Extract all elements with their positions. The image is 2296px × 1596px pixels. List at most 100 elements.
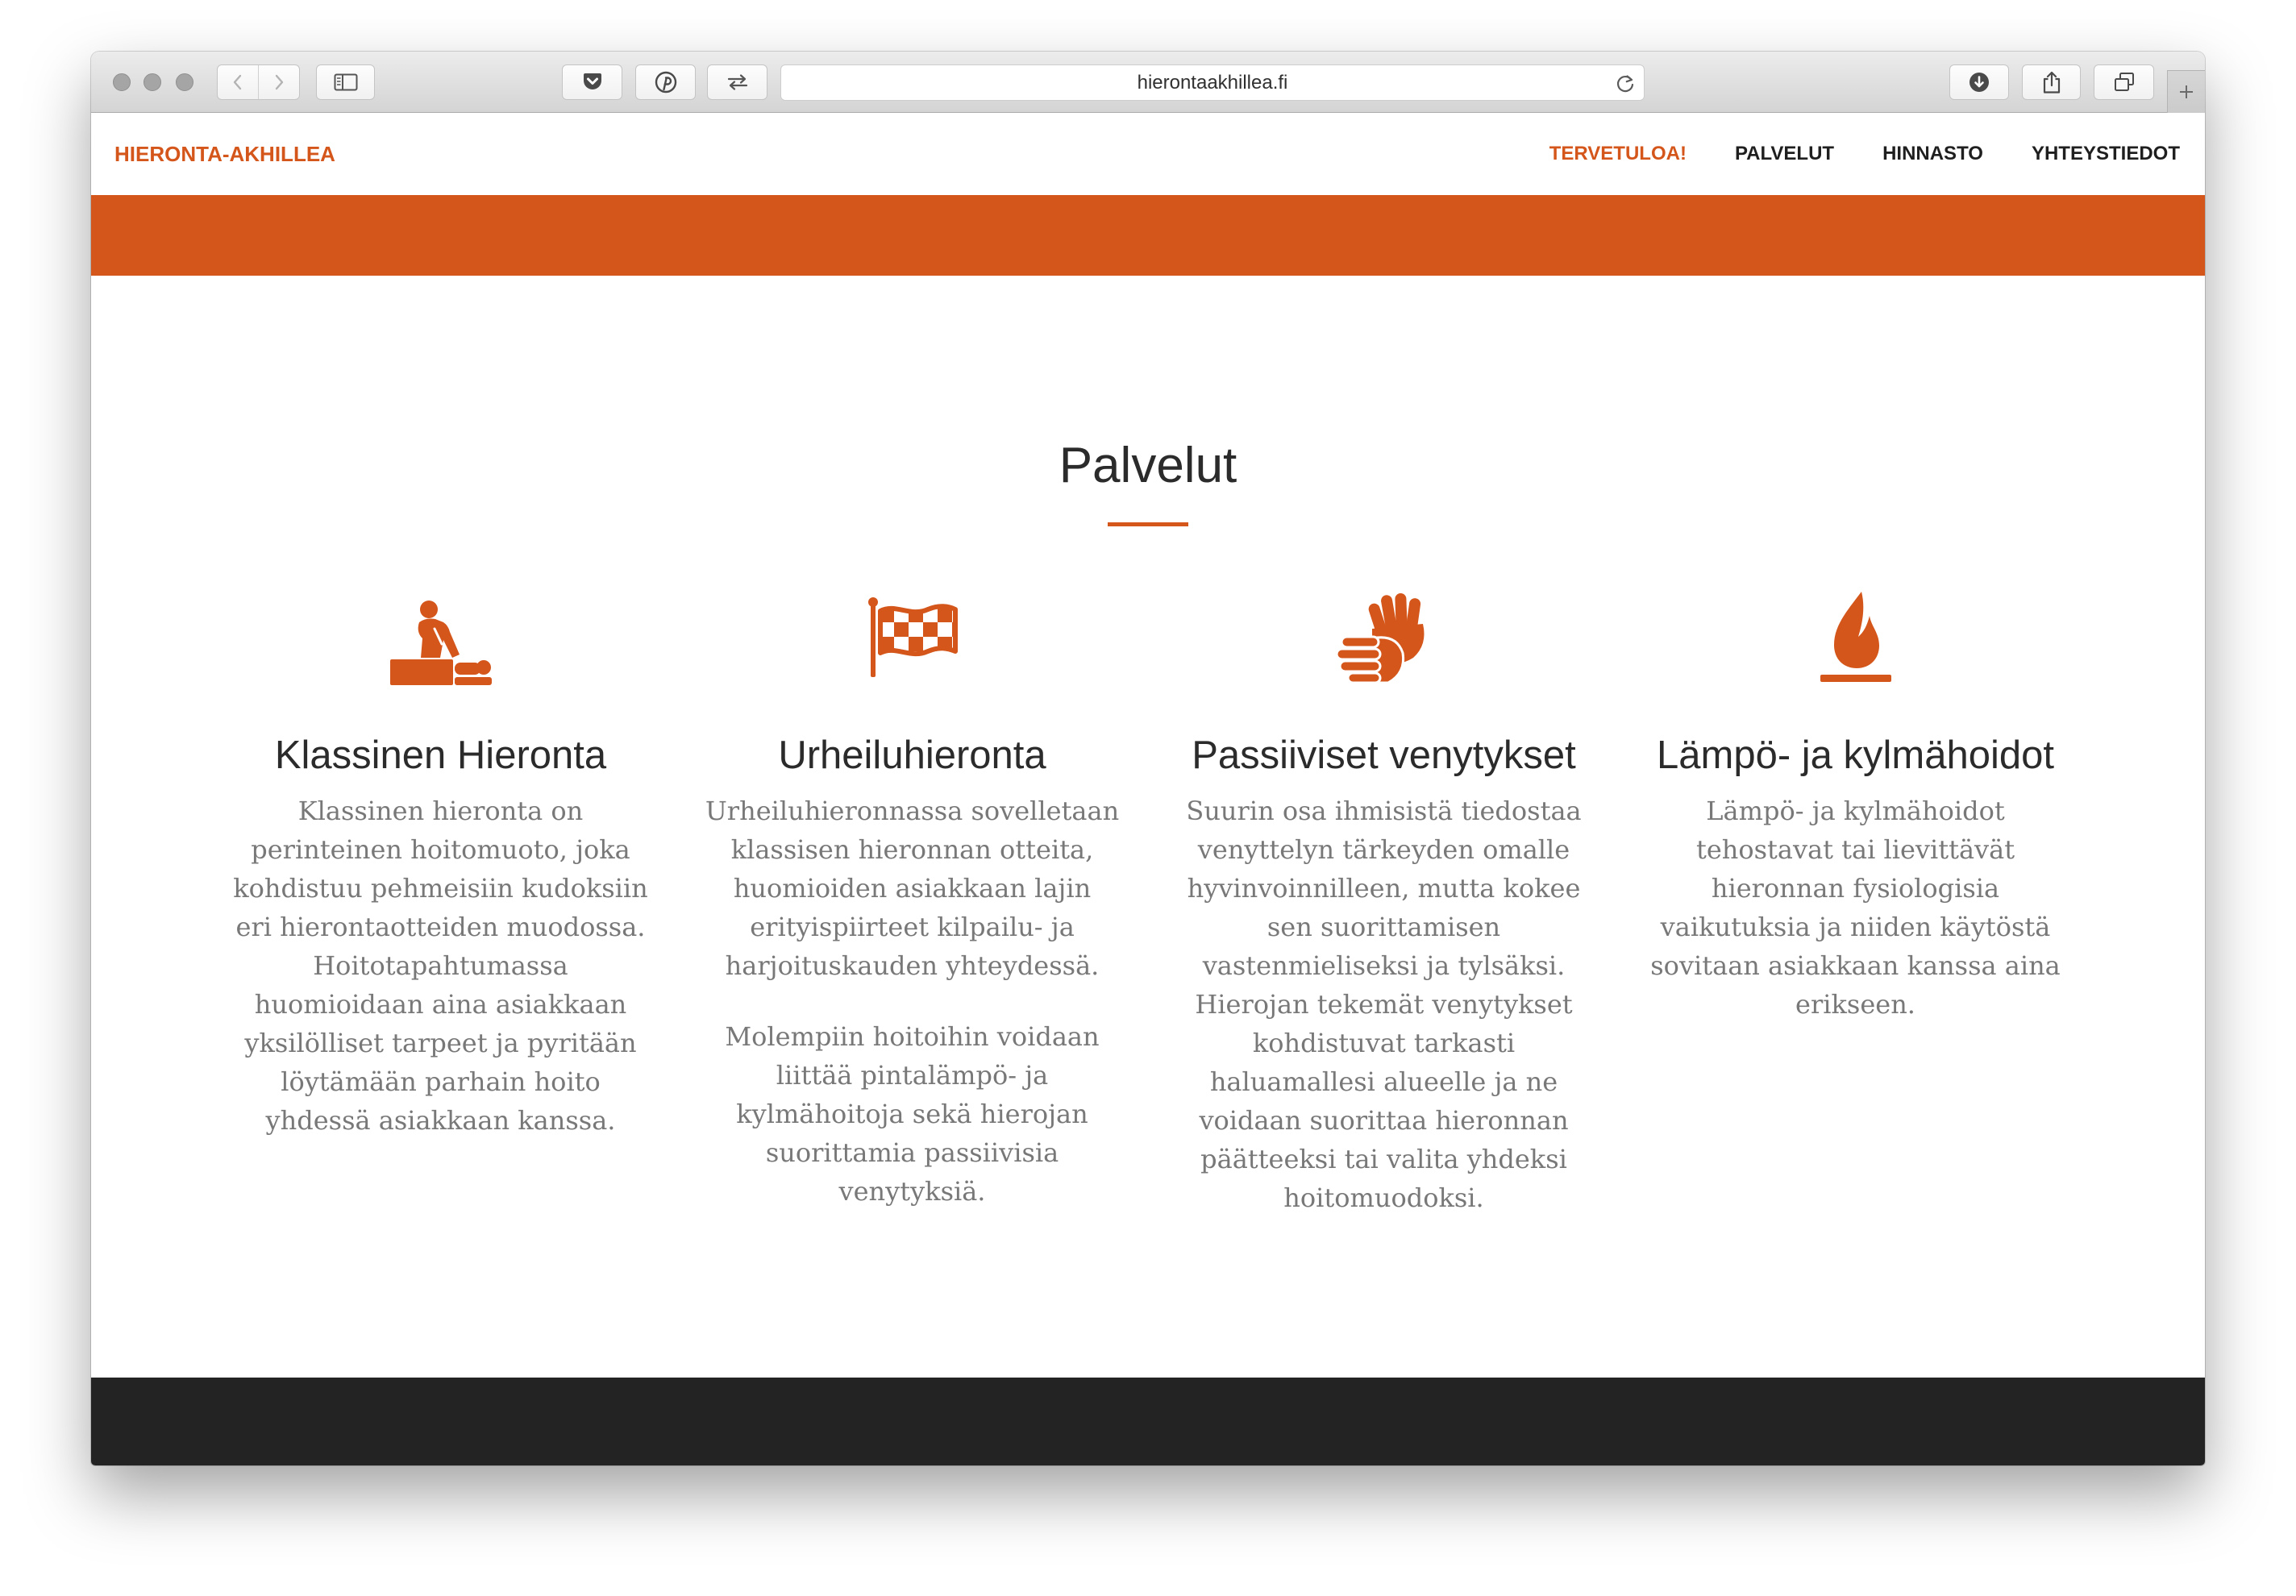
text-line: hieronnan fysiologisia xyxy=(1711,873,2000,904)
title-underline xyxy=(1108,522,1188,526)
text-line: Hoitotapahtumassa xyxy=(313,950,568,981)
download-icon xyxy=(1969,73,1989,92)
new-tab-button[interactable] xyxy=(2167,70,2205,113)
massage-icon xyxy=(389,601,492,685)
service-icon-wrap xyxy=(1620,588,2091,688)
text-line: yhdessä asiakkaan kanssa. xyxy=(265,1105,616,1136)
text-line: kohdistuvat tarkasti xyxy=(1252,1028,1516,1058)
text-line: vastenmieliseksi ja tylsäksi. xyxy=(1202,950,1566,981)
pocket-button[interactable] xyxy=(562,64,622,100)
back-button[interactable] xyxy=(218,65,258,99)
service-description: Molempiin hoitoihin voidaan liittää pint… xyxy=(676,1017,1148,1211)
tabs-icon xyxy=(2114,73,2134,91)
browser-window: hierontaakhillea.fi HIERONTA-AKHILLEA TE… xyxy=(91,52,2205,1465)
service-card: Passiiviset venytykset Suurin osa ihmisi… xyxy=(1148,588,1620,1217)
tabs-overview-button[interactable] xyxy=(2094,64,2154,100)
pinterest-icon xyxy=(655,71,676,94)
plus-icon xyxy=(2180,85,2193,98)
swap-button[interactable] xyxy=(707,64,767,100)
text-line: suorittamia passiivisia xyxy=(765,1137,1059,1168)
text-line: Klassinen hieronta on xyxy=(297,796,584,826)
site-logo[interactable]: HIERONTA-AKHILLEA xyxy=(114,113,335,195)
text-line: Molempiin hoitoihin voidaan xyxy=(725,1021,1100,1052)
text-line: päätteeksi tai valita yhdeksi xyxy=(1200,1144,1567,1174)
service-card: Lämpö- ja kylmähoidot Lämpö- ja kylmähoi… xyxy=(1620,588,2091,1217)
address-url[interactable]: hierontaakhillea.fi xyxy=(781,65,1644,100)
pinterest-button[interactable] xyxy=(635,64,696,100)
services-section: Palvelut Klassinen Hieronta Klassinen hi… xyxy=(91,276,2205,1378)
text-line: yksilölliset tarpeet ja pyritään xyxy=(244,1028,637,1058)
text-line: vaikutuksia ja niiden käytöstä xyxy=(1660,912,2051,942)
downloads-button[interactable] xyxy=(1949,64,2009,100)
text-line: voidaan suorittaa hieronnan xyxy=(1199,1105,1569,1136)
nav-item-tervetuloa[interactable]: TERVETULOA! xyxy=(1549,143,1687,165)
text-line: liittää pintalämpö- ja xyxy=(776,1060,1049,1091)
text-line: harjoituskauden yhteydessä. xyxy=(725,950,1100,981)
text-line: erityispiirteet kilpailu- ja xyxy=(750,912,1075,942)
text-line: kylmähoitoja sekä hierojan xyxy=(736,1099,1088,1129)
text-line: eri hierontaotteiden muodossa. xyxy=(235,912,646,942)
nav-item-palvelut[interactable]: PALVELUT xyxy=(1735,143,1834,165)
share-icon xyxy=(2043,71,2060,94)
swap-arrows-icon xyxy=(727,74,747,90)
address-bar[interactable]: hierontaakhillea.fi xyxy=(780,64,1645,101)
site-footer xyxy=(91,1378,2205,1465)
service-description: Klassinen hieronta on perinteinen hoitom… xyxy=(205,792,676,1140)
text-line: sen suorittamisen xyxy=(1267,912,1501,942)
service-icon-wrap xyxy=(205,588,676,688)
reload-button[interactable] xyxy=(1615,72,1636,94)
text-line: hoitomuodoksi. xyxy=(1283,1182,1484,1213)
main-nav: TERVETULOA! PALVELUT HINNASTO YHTEYSTIED… xyxy=(1549,113,2180,195)
forward-button[interactable] xyxy=(258,65,299,99)
zoom-window-button[interactable] xyxy=(176,73,193,91)
service-icon-wrap xyxy=(1148,588,1620,688)
services-grid: Klassinen Hieronta Klassinen hieronta on… xyxy=(205,588,2091,1217)
text-line: Suurin osa ihmisistä tiedostaa xyxy=(1186,796,1582,826)
text-line: kohdistuu pehmeisiin kudoksiin xyxy=(233,873,648,904)
service-icon-wrap xyxy=(676,588,1148,688)
pocket-icon xyxy=(583,73,601,89)
service-description: Lämpö- ja kylmähoidot tehostavat tai lie… xyxy=(1620,792,2091,1024)
service-card: Klassinen Hieronta Klassinen hieronta on… xyxy=(205,588,676,1217)
service-title: Urheiluhieronta xyxy=(778,734,1046,777)
forward-icon xyxy=(275,74,284,90)
text-line: Lämpö- ja kylmähoidot xyxy=(1706,796,2005,826)
browser-toolbar: hierontaakhillea.fi xyxy=(91,52,2205,113)
service-card: Urheiluhieronta Urheiluhieronnassa sovel… xyxy=(676,588,1148,1217)
text-line: huomioidaan aina asiakkaan xyxy=(254,989,627,1020)
text-line: löytämään parhain hoito xyxy=(281,1066,601,1097)
nav-item-hinnasto[interactable]: HINNASTO xyxy=(1882,143,1983,165)
text-line: Urheiluhieronnassa sovelletaan xyxy=(705,796,1120,826)
minimize-window-button[interactable] xyxy=(144,73,161,91)
sidebar-button[interactable] xyxy=(316,64,375,100)
section-title: Palvelut xyxy=(1059,438,1237,493)
history-buttons xyxy=(217,64,300,100)
text-line: huomioiden asiakkaan lajin xyxy=(733,873,1092,904)
text-line: Hierojan tekemät venytykset xyxy=(1195,989,1573,1020)
close-window-button[interactable] xyxy=(113,73,131,91)
service-title: Passiiviset venytykset xyxy=(1192,734,1576,777)
checkered-flag-icon xyxy=(867,597,958,677)
site-header: HIERONTA-AKHILLEA TERVETULOA! PALVELUT H… xyxy=(91,113,2205,195)
text-line: erikseen. xyxy=(1795,989,1915,1020)
text-line: hyvinvoinnilleen, mutta kokee xyxy=(1187,873,1581,904)
text-line: haluamallesi alueelle ja ne xyxy=(1209,1066,1558,1097)
text-line: venytyksiä. xyxy=(838,1176,986,1207)
flame-icon xyxy=(1820,592,1891,682)
reload-icon xyxy=(1617,75,1634,93)
hands-icon xyxy=(1335,593,1424,684)
text-line: tehostavat tai lievittävät xyxy=(1695,834,2015,865)
back-icon xyxy=(233,74,242,90)
service-description: Suurin osa ihmisistä tiedostaa venyttely… xyxy=(1148,792,1620,1217)
nav-item-yhteystiedot[interactable]: YHTEYSTIEDOT xyxy=(2032,143,2180,165)
accent-band xyxy=(91,195,2205,276)
service-description: Urheiluhieronnassa sovelletaan klassisen… xyxy=(676,792,1148,985)
text-line: perinteinen hoitomuoto, joka xyxy=(251,834,630,865)
text-line: sovitaan asiakkaan kanssa aina xyxy=(1650,950,2061,981)
text-line: klassisen hieronnan otteita, xyxy=(730,834,1094,865)
service-title: Lämpö- ja kylmähoidot xyxy=(1657,734,2054,777)
service-title: Klassinen Hieronta xyxy=(274,734,607,777)
share-button[interactable] xyxy=(2022,64,2081,100)
text-line: venyttelyn tärkeyden omalle xyxy=(1197,834,1570,865)
sidebar-icon xyxy=(334,73,357,91)
